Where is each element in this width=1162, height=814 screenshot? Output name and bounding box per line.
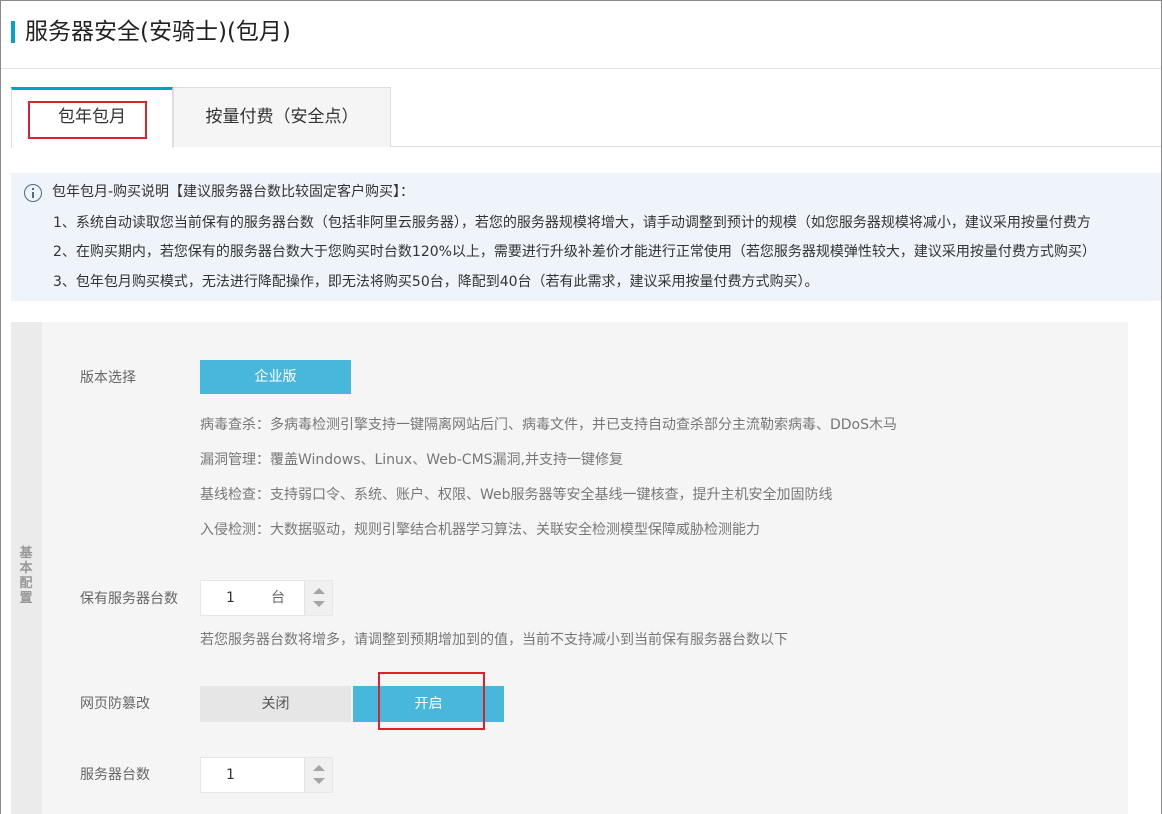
- page-frame: 服务器安全(安骑士)(包月) 包年包月 按量付费（安全点） 包年包月-购买说明【…: [0, 0, 1162, 814]
- servers-held-label: 保有服务器台数: [80, 591, 178, 607]
- servers-held-value[interactable]: 1: [226, 581, 235, 615]
- increment-icon[interactable]: [313, 588, 325, 594]
- server-count-spin-control: [304, 758, 332, 792]
- tab-bar: 包年包月 按量付费（安全点）: [11, 87, 1161, 148]
- servers-held-spin-control: [304, 581, 332, 615]
- basic-config-panel: 基本配置 版本选择 企业版 病毒查杀：多病毒检测引擎支持一键隔离网站后门、病毒文…: [11, 322, 1128, 814]
- notice-line-1: 1、系统自动读取您当前保有的服务器台数（包括非阿里云服务器），若您的服务器规模将…: [53, 215, 1091, 231]
- server-count-stepper[interactable]: 1: [200, 757, 333, 793]
- info-icon: [24, 184, 42, 202]
- notice-title: 包年包月-购买说明【建议服务器台数比较固定客户购买】：: [52, 184, 415, 200]
- purchase-notice: 包年包月-购买说明【建议服务器台数比较固定客户购买】： 1、系统自动读取您当前保…: [11, 173, 1161, 301]
- feature-intrusion: 入侵检测：大数据驱动，规则引擎结合机器学习算法、关联安全检测模型保障威胁检测能力: [200, 522, 760, 538]
- tamper-label: 网页防篡改: [80, 696, 150, 712]
- tab-pay-as-you-go[interactable]: 按量付费（安全点）: [173, 87, 391, 147]
- servers-held-hint: 若您服务器台数将增多，请调整到预期增加到的值，当前不支持减小到当前保有服务器台数…: [200, 632, 788, 648]
- page-title: 服务器安全(安骑士)(包月): [25, 19, 291, 45]
- feature-vulnerability: 漏洞管理：覆盖Windows、Linux、Web-CMS漏洞,并支持一键修复: [200, 452, 623, 468]
- feature-virus: 病毒查杀：多病毒检测引擎支持一键隔离网站后门、病毒文件，并已支持自动查杀部分主流…: [200, 417, 898, 433]
- config-side-strip: 基本配置: [11, 322, 42, 814]
- server-count-value[interactable]: 1: [226, 758, 235, 792]
- servers-held-stepper[interactable]: 1 台: [200, 580, 333, 616]
- decrement-icon[interactable]: [313, 601, 325, 607]
- edition-label: 版本选择: [80, 370, 136, 386]
- tamper-off-button[interactable]: 关闭: [200, 686, 351, 722]
- server-count-label: 服务器台数: [80, 767, 150, 783]
- notice-line-2: 2、在购买期内，若您保有的服务器台数大于您购买时台数120%以上，需要进行升级补…: [53, 244, 1096, 260]
- decrement-icon[interactable]: [313, 778, 325, 784]
- page-header: 服务器安全(安骑士)(包月): [1, 1, 1161, 69]
- servers-held-unit: 台: [271, 590, 285, 606]
- notice-line-3: 3、包年包月购买模式，无法进行降配操作，即无法将购买50台，降配到40台（若有此…: [53, 274, 819, 290]
- increment-icon[interactable]: [313, 765, 325, 771]
- tab-subscription[interactable]: 包年包月: [11, 87, 173, 148]
- config-side-label: 基本配置: [19, 546, 33, 606]
- tamper-on-button[interactable]: 开启: [353, 686, 504, 722]
- edition-enterprise-button[interactable]: 企业版: [200, 360, 351, 394]
- feature-baseline: 基线检查：支持弱口令、系统、账户、权限、Web服务器等安全基线一键核查，提升主机…: [200, 487, 833, 503]
- title-accent-bar: [11, 21, 15, 43]
